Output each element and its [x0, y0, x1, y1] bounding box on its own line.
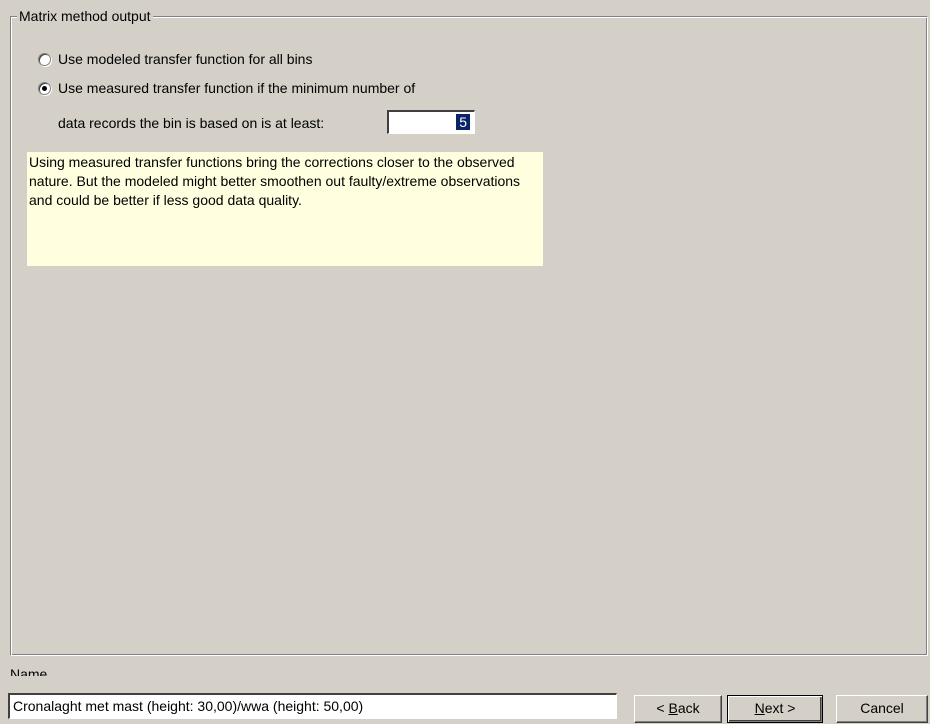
- groupbox-title: Matrix method output: [17, 6, 153, 26]
- min-records-label: data records the bin is based on is at l…: [58, 115, 325, 131]
- name-label: Name: [10, 668, 48, 676]
- radio-measured-min-records[interactable]: Use measured transfer function if the mi…: [38, 79, 415, 97]
- back-button[interactable]: < Back: [634, 695, 722, 723]
- radio-modeled-indicator[interactable]: [38, 52, 51, 66]
- radio-modeled-label: Use modeled transfer function for all bi…: [58, 51, 313, 67]
- cancel-button[interactable]: Cancel: [836, 695, 928, 723]
- radio-modeled-all-bins[interactable]: Use modeled transfer function for all bi…: [38, 50, 312, 68]
- radio-measured-label: Use measured transfer function if the mi…: [58, 80, 416, 96]
- info-hint-box: Using measured transfer functions bring …: [27, 152, 543, 266]
- next-button-rest: ext >: [764, 700, 796, 716]
- back-button-prefix: <: [656, 700, 669, 716]
- next-button[interactable]: Next >: [727, 695, 823, 723]
- radio-measured-indicator[interactable]: [38, 81, 51, 95]
- name-field[interactable]: Cronalaght met mast (height: 30,00)/wwa …: [8, 693, 617, 719]
- next-button-accel: N: [754, 700, 765, 716]
- back-button-accel: B: [668, 700, 678, 716]
- min-records-input[interactable]: 5: [387, 110, 475, 134]
- min-records-value: 5: [456, 114, 470, 130]
- back-button-rest: ack: [677, 700, 700, 716]
